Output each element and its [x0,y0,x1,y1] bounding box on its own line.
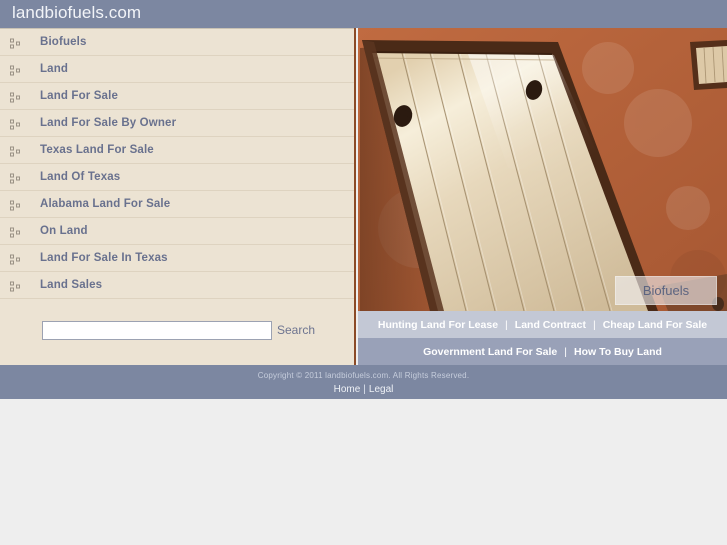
hero-image-panel: Biofuels [358,28,727,311]
list-bullet-icon [10,37,21,49]
content-band: Biofuels Land Land For Sale Land For Sal… [0,28,727,365]
sidebar-item-land-for-sale-by-owner[interactable]: Land For Sale By Owner [0,110,354,137]
page-background-below-fold [0,399,727,545]
sidebar-item-biofuels[interactable]: Biofuels [0,28,354,56]
list-bullet-icon [10,172,21,184]
footer-links-row-one: Hunting Land For Lease | Land Contract |… [358,311,727,338]
sidebar-item-label: Land For Sale In Texas [40,252,168,264]
sidebar-item-on-land[interactable]: On Land [0,218,354,245]
site-header: landbiofuels.com [0,0,727,28]
footer-link-hunting-land-for-lease[interactable]: Hunting Land For Lease [378,319,498,331]
site-footer: Copyright © 2011 landbiofuels.com. All R… [0,365,727,399]
copyright-text: Copyright © 2011 landbiofuels.com. All R… [257,371,470,380]
sidebar-item-land-for-sale[interactable]: Land For Sale [0,83,354,110]
sidebar-item-label: Land For Sale By Owner [40,117,177,129]
sidebar-item-texas-land-for-sale[interactable]: Texas Land For Sale [0,137,354,164]
sidebar-nav-list: Biofuels Land Land For Sale Land For Sal… [0,28,354,299]
sidebar-item-alabama-land-for-sale[interactable]: Alabama Land For Sale [0,191,354,218]
sidebar: Biofuels Land Land For Sale Land For Sal… [0,28,356,365]
list-bullet-icon [10,226,21,238]
sidebar-item-label: Land Sales [40,279,103,291]
footer-link-separator: | [564,345,568,358]
sidebar-item-label: On Land [40,225,88,237]
footer-link-how-to-buy-land[interactable]: How To Buy Land [574,346,662,358]
sidebar-item-label: Alabama Land For Sale [40,198,171,210]
list-bullet-icon [10,91,21,103]
footer-link-legal[interactable]: Legal [369,384,393,395]
list-bullet-icon [10,118,21,130]
footer-link-home[interactable]: Home [334,384,361,395]
hero-caption: Biofuels [615,276,717,305]
sidebar-item-land-sales[interactable]: Land Sales [0,272,354,299]
footer-links-row-two: Government Land For Sale | How To Buy La… [358,338,727,365]
footer-link-government-land-for-sale[interactable]: Government Land For Sale [423,346,557,358]
sidebar-item-label: Texas Land For Sale [40,144,154,156]
list-bullet-icon [10,280,21,292]
sidebar-item-label: Land Of Texas [40,171,121,183]
footer-link-separator: | [505,318,508,331]
sidebar-item-land-for-sale-in-texas[interactable]: Land For Sale In Texas [0,245,354,272]
sidebar-item-land-of-texas[interactable]: Land Of Texas [0,164,354,191]
footer-link-land-contract[interactable]: Land Contract [515,319,586,331]
list-bullet-icon [10,199,21,211]
footer-nav-separator: | [363,384,366,395]
sidebar-item-land[interactable]: Land [0,56,354,83]
sidebar-item-label: Land [40,63,69,75]
footer-link-cheap-land-for-sale[interactable]: Cheap Land For Sale [603,319,707,331]
sidebar-item-label: Land For Sale [40,90,118,102]
search-input[interactable] [42,321,272,340]
list-bullet-icon [10,253,21,265]
hero-photo [358,28,727,311]
search-area: Search [0,312,354,365]
search-button[interactable]: Search [277,323,315,337]
list-bullet-icon [10,64,21,76]
footer-links: Hunting Land For Lease | Land Contract |… [358,311,727,365]
page-title: landbiofuels.com [12,3,142,22]
footer-link-separator: | [592,318,596,331]
sidebar-item-label: Biofuels [40,36,87,48]
footer-nav: Home | Legal [0,380,727,395]
page-root: landbiofuels.com Biofuels Land Land For … [0,0,727,545]
list-bullet-icon [10,145,21,157]
